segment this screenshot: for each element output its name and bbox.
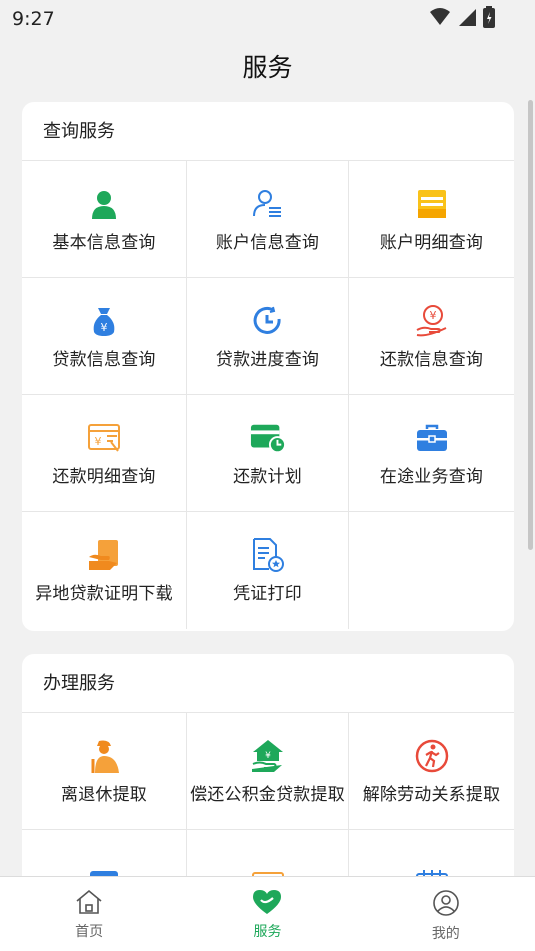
svg-text:¥: ¥ — [429, 309, 436, 322]
query-services-grid: 基本信息查询 账户信息查询 账户明细查询 ¥ 贷款信息查询 贷款进度查询 ¥ 还… — [22, 161, 514, 629]
service-account-detail[interactable]: 账户明细查询 — [349, 161, 514, 278]
service-basic-info[interactable]: 基本信息查询 — [22, 161, 187, 278]
leave-job-icon — [414, 738, 450, 774]
account-detail-icon — [414, 186, 450, 222]
account-info-icon — [250, 186, 286, 222]
service-labor-termination-withdrawal[interactable]: 解除劳动关系提取 — [349, 713, 514, 830]
service-label: 账户信息查询 — [215, 232, 320, 253]
service-repayment-plan[interactable]: 还款计划 — [187, 395, 349, 512]
wifi-icon — [430, 8, 450, 25]
svg-text:¥: ¥ — [101, 321, 108, 334]
nav-label: 服务 — [253, 924, 282, 940]
briefcase-icon — [414, 420, 450, 456]
scrollbar[interactable] — [528, 100, 533, 550]
service-label: 偿还公积金贷款提取 — [190, 784, 345, 805]
service-in-transit[interactable]: 在途业务查询 — [349, 395, 514, 512]
wallet-clock-icon — [250, 420, 286, 456]
service-remote-loan-certificate[interactable]: 异地贷款证明下载 — [22, 512, 187, 629]
svg-text:¥: ¥ — [265, 751, 271, 761]
handle-services-card: 办理服务 离退休提取 ¥ 偿还公积金贷款提取 解除劳动关系提取 — [22, 654, 514, 894]
battery-icon — [483, 6, 495, 28]
service-label: 离退休提取 — [61, 784, 147, 805]
status-bar: 9:27 — [0, 0, 535, 40]
nav-label: 首页 — [75, 924, 104, 940]
service-repayment-detail[interactable]: ¥ 还款明细查询 — [22, 395, 187, 512]
heart-icon — [253, 890, 282, 914]
nav-mine[interactable]: 我的 — [357, 877, 535, 951]
service-label: 基本信息查询 — [52, 232, 156, 253]
service-voucher-print[interactable]: 凭证打印 — [187, 512, 349, 629]
status-time: 9:27 — [12, 8, 55, 30]
service-label: 凭证打印 — [233, 584, 302, 604]
repayment-hand-icon: ¥ — [414, 303, 450, 339]
house-hand-icon: ¥ — [250, 738, 286, 774]
money-bag-icon: ¥ — [86, 303, 122, 339]
service-label: 异地贷款证明下载 — [35, 584, 173, 604]
voucher-print-icon — [250, 537, 286, 573]
section-title: 查询服务 — [22, 102, 514, 161]
service-account-info[interactable]: 账户信息查询 — [187, 161, 349, 278]
person-icon — [86, 186, 122, 222]
service-retirement-withdrawal[interactable]: 离退休提取 — [22, 713, 187, 830]
query-services-card: 查询服务 基本信息查询 账户信息查询 账户明细查询 ¥ 贷款信息查询 贷款进度查… — [22, 102, 514, 631]
page-title: 服务 — [242, 53, 293, 82]
section-title: 办理服务 — [22, 654, 514, 713]
service-label: 贷款进度查询 — [215, 349, 320, 370]
home-icon — [76, 889, 102, 914]
svg-text:¥: ¥ — [95, 435, 102, 448]
certificate-download-icon — [86, 537, 122, 573]
bottom-nav: 首页 服务 我的 — [0, 876, 535, 951]
status-icons — [429, 6, 495, 28]
signal-icon — [459, 9, 476, 26]
service-label: 贷款信息查询 — [52, 349, 156, 370]
service-label: 还款明细查询 — [52, 466, 156, 487]
header: 服务 — [0, 48, 535, 88]
nav-home[interactable]: 首页 — [0, 877, 178, 951]
service-loan-info[interactable]: ¥ 贷款信息查询 — [22, 278, 187, 395]
service-label: 在途业务查询 — [379, 466, 484, 487]
service-label: 还款信息查询 — [379, 349, 484, 370]
service-loan-progress[interactable]: 贷款进度查询 — [187, 278, 349, 395]
nav-label: 我的 — [431, 926, 460, 942]
nav-service[interactable]: 服务 — [178, 877, 356, 951]
service-loan-repay-withdrawal[interactable]: ¥ 偿还公积金贷款提取 — [187, 713, 349, 830]
retiree-icon — [86, 738, 122, 774]
service-label: 解除劳动关系提取 — [362, 784, 501, 805]
service-label: 还款计划 — [233, 466, 302, 487]
repayment-detail-icon: ¥ — [86, 420, 122, 456]
service-repayment-info[interactable]: ¥ 还款信息查询 — [349, 278, 514, 395]
service-label: 账户明细查询 — [379, 232, 484, 253]
empty-cell — [349, 512, 514, 629]
handle-services-grid: 离退休提取 ¥ 偿还公积金贷款提取 解除劳动关系提取 — [22, 713, 514, 894]
clock-progress-icon — [250, 303, 286, 339]
profile-icon — [433, 890, 459, 916]
